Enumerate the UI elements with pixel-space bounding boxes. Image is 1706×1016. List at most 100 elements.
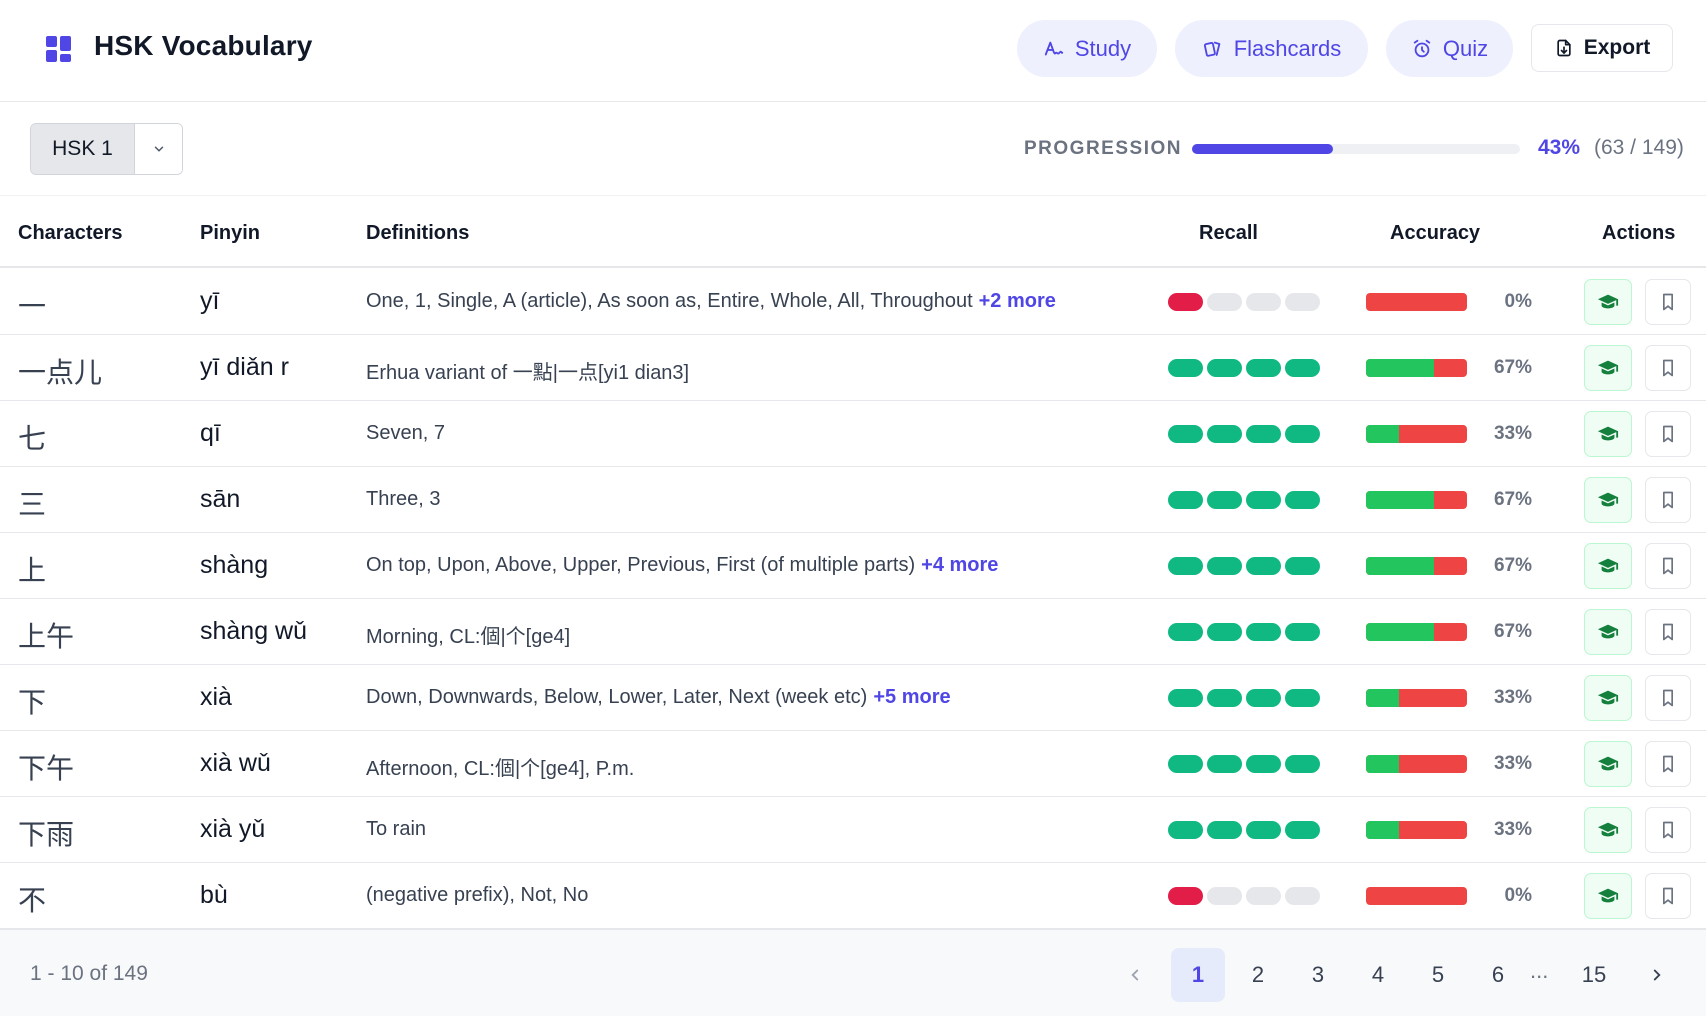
recall-segment — [1207, 623, 1242, 641]
recall-segment — [1285, 359, 1320, 377]
bookmark-button[interactable] — [1645, 543, 1691, 589]
study-word-button[interactable] — [1584, 741, 1632, 787]
word-definition: On top, Upon, Above, Upper, Previous, Fi… — [366, 554, 998, 577]
bookmark-button[interactable] — [1645, 609, 1691, 655]
page-button-3[interactable]: 3 — [1291, 948, 1345, 1002]
accuracy-percent: 67% — [1493, 555, 1532, 576]
pagination-count: 1 - 10 of 149 — [30, 962, 148, 985]
cards-icon — [1203, 41, 1221, 57]
study-word-button[interactable] — [1584, 477, 1632, 523]
word-characters: 不 — [18, 884, 47, 917]
recall-segment — [1207, 557, 1242, 575]
bookmark-icon — [1658, 622, 1678, 642]
definition-text: Morning, CL:個|个[ge4] — [366, 626, 571, 648]
more-definitions-link[interactable]: +5 more — [873, 686, 950, 708]
header-accuracy: Accuracy — [1390, 222, 1481, 244]
pagination-ellipsis: ... — [1530, 958, 1549, 983]
table-row: 下雨 xià yǔ To rain 33% — [0, 797, 1706, 863]
word-pinyin: shàng wǔ — [200, 617, 308, 645]
study-word-button[interactable] — [1584, 873, 1632, 919]
recall-segment — [1207, 293, 1242, 311]
bookmark-button[interactable] — [1645, 741, 1691, 787]
word-pinyin: xià yǔ — [200, 815, 266, 843]
progression-count: (63 / 149) — [1594, 136, 1684, 159]
graduation-cap-icon — [1597, 555, 1619, 577]
bookmark-button[interactable] — [1645, 807, 1691, 853]
study-word-button[interactable] — [1584, 411, 1632, 457]
accuracy-percent: 67% — [1493, 621, 1532, 642]
graduation-cap-icon — [1597, 357, 1619, 379]
recall-segment — [1207, 491, 1242, 509]
chevron-down-icon[interactable] — [134, 124, 182, 174]
recall-segment — [1207, 689, 1242, 707]
recall-segment — [1285, 491, 1320, 509]
next-page-button[interactable] — [1630, 948, 1684, 1002]
chevron-right-icon — [1653, 969, 1661, 981]
more-definitions-link[interactable]: +4 more — [921, 554, 998, 576]
accuracy-bar — [1366, 557, 1467, 575]
flashcards-button[interactable]: Flashcards — [1175, 20, 1368, 77]
study-word-button[interactable] — [1584, 279, 1632, 325]
recall-segment — [1246, 887, 1281, 905]
bookmark-button[interactable] — [1645, 279, 1691, 325]
bookmark-icon — [1658, 292, 1678, 312]
page-button-last[interactable]: 15 — [1567, 948, 1621, 1002]
bookmark-button[interactable] — [1645, 411, 1691, 457]
study-button[interactable]: Study — [1017, 20, 1157, 77]
word-definition: Afternoon, CL:個|个[ge4], P.m. — [366, 752, 634, 781]
recall-segment — [1246, 623, 1281, 641]
study-icon — [1044, 41, 1064, 55]
progression-percent: 43% — [1538, 136, 1581, 159]
accuracy-bar — [1366, 821, 1467, 839]
hsk-level-select[interactable]: HSK 1 — [30, 123, 183, 175]
bookmark-button[interactable] — [1645, 345, 1691, 391]
word-characters: 上午 — [18, 620, 75, 653]
quiz-button[interactable]: Quiz — [1386, 20, 1513, 77]
table-row: 上午 shàng wǔ Morning, CL:個|个[ge4] 67% — [0, 599, 1706, 665]
recall-segment — [1168, 821, 1203, 839]
recall-segment — [1246, 689, 1281, 707]
page-button-6[interactable]: 6 — [1471, 948, 1525, 1002]
recall-segment — [1207, 359, 1242, 377]
table-row: 七 qī Seven, 7 33% — [0, 401, 1706, 467]
more-definitions-link[interactable]: +2 more — [979, 290, 1056, 312]
study-word-button[interactable] — [1584, 345, 1632, 391]
header-definitions: Definitions — [366, 222, 470, 244]
graduation-cap-icon — [1597, 885, 1619, 907]
dashboard-logo-icon — [46, 36, 72, 62]
export-label: Export — [1583, 36, 1651, 59]
study-word-button[interactable] — [1584, 543, 1632, 589]
study-word-button[interactable] — [1584, 807, 1632, 853]
definition-text: To rain — [366, 818, 427, 840]
recall-meter — [1168, 689, 1320, 707]
recall-segment — [1246, 425, 1281, 443]
table-row: 一点儿 yī diǎn r Erhua variant of 一點|一点[yi1 d… — [0, 335, 1706, 401]
recall-segment — [1168, 623, 1203, 641]
recall-meter — [1168, 425, 1320, 443]
word-characters: 一点儿 — [18, 356, 103, 389]
recall-segment — [1246, 491, 1281, 509]
bookmark-button[interactable] — [1645, 675, 1691, 721]
prev-page-button[interactable] — [1108, 948, 1162, 1002]
header-actions: Actions — [1602, 222, 1676, 244]
progression-label: PROGRESSION — [1024, 138, 1182, 159]
page-button-4[interactable]: 4 — [1351, 948, 1405, 1002]
accuracy-bar-fill — [1366, 689, 1400, 707]
bookmark-button[interactable] — [1645, 873, 1691, 919]
graduation-cap-icon — [1597, 489, 1619, 511]
export-button[interactable]: Export — [1531, 24, 1673, 72]
study-word-button[interactable] — [1584, 609, 1632, 655]
accuracy-bar — [1366, 293, 1467, 311]
graduation-cap-icon — [1597, 423, 1619, 445]
header-pinyin: Pinyin — [200, 222, 261, 244]
bookmark-icon — [1658, 820, 1678, 840]
word-pinyin: yī diǎn r — [200, 353, 289, 381]
bookmark-button[interactable] — [1645, 477, 1691, 523]
word-pinyin: bù — [200, 881, 228, 909]
accuracy-bar-fill — [1366, 755, 1400, 773]
page-button-2[interactable]: 2 — [1231, 948, 1285, 1002]
page-button-5[interactable]: 5 — [1411, 948, 1465, 1002]
page-button-1[interactable]: 1 — [1171, 948, 1225, 1002]
study-word-button[interactable] — [1584, 675, 1632, 721]
word-definition: Morning, CL:個|个[ge4] — [366, 620, 570, 649]
